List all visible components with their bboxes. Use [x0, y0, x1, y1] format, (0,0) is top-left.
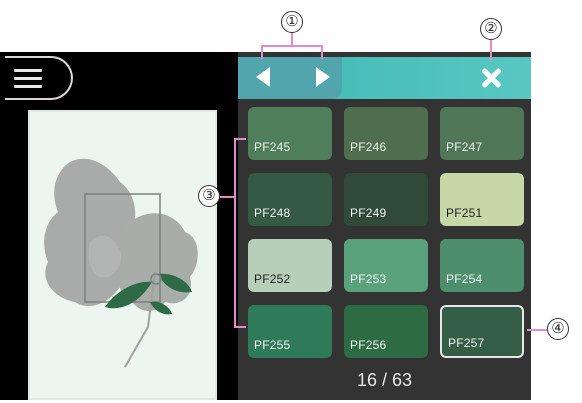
- thread-code-label: PF248: [254, 206, 291, 220]
- arrow-right-icon[interactable]: [316, 67, 330, 87]
- floral-design-image: [44, 158, 198, 368]
- callout-stem-1: [291, 31, 293, 45]
- thread-code-label: PF245: [254, 140, 291, 154]
- hamburger-menu-icon-bar: [14, 85, 42, 88]
- embroidery-preview: [28, 110, 217, 400]
- thread-swatch-pf257[interactable]: PF257: [440, 305, 524, 358]
- thread-code-label: PF247: [446, 140, 483, 154]
- hamburger-menu-icon-bar: [14, 77, 42, 80]
- thread-swatch-pf245[interactable]: PF245: [248, 107, 332, 160]
- menu-button[interactable]: [5, 56, 73, 100]
- thread-swatch-pf251[interactable]: PF251: [440, 173, 524, 226]
- thread-swatch-pf254[interactable]: PF254: [440, 239, 524, 292]
- callout-bracket-3-top: [234, 138, 246, 140]
- thread-code-label: PF251: [446, 206, 483, 220]
- callout-4: ④: [547, 318, 569, 340]
- callout-bracket-1: [261, 45, 323, 47]
- thread-swatch-pf247[interactable]: PF247: [440, 107, 524, 160]
- callout-stem-4: [527, 329, 547, 331]
- callout-stem-2: [490, 39, 492, 61]
- callout-bracket-1-right: [321, 45, 323, 59]
- callout-stem-3: [220, 196, 234, 198]
- page-nav: [238, 57, 342, 99]
- callout-3: ③: [198, 185, 220, 207]
- thread-code-label: PF246: [350, 140, 387, 154]
- callout-bracket-3: [234, 138, 236, 328]
- callout-bracket-1-left: [261, 45, 263, 59]
- thread-code-label: PF254: [446, 272, 483, 286]
- thread-code-label: PF255: [254, 338, 291, 352]
- thread-code-label: PF249: [350, 206, 387, 220]
- callout-2: ②: [480, 18, 502, 40]
- callout-bracket-3-bottom: [234, 326, 246, 328]
- thread-code-label: PF253: [350, 272, 387, 286]
- thread-swatch-pf252[interactable]: PF252: [248, 239, 332, 292]
- thread-swatch-pf248[interactable]: PF248: [248, 173, 332, 226]
- callout-1: ①: [281, 11, 303, 33]
- panel-toolbar: [238, 57, 531, 99]
- hamburger-menu-icon: [14, 69, 42, 72]
- thread-code-label: PF252: [254, 272, 291, 286]
- thread-swatch-pf249[interactable]: PF249: [344, 173, 428, 226]
- arrow-left-icon[interactable]: [256, 67, 270, 87]
- thread-swatch-pf246[interactable]: PF246: [344, 107, 428, 160]
- thread-swatch-pf256[interactable]: PF256: [344, 305, 428, 358]
- page-counter: 16 / 63: [356, 370, 413, 390]
- thread-swatch-pf253[interactable]: PF253: [344, 239, 428, 292]
- thread-swatch-pf255[interactable]: PF255: [248, 305, 332, 358]
- thread-code-label: PF256: [350, 338, 387, 352]
- thread-color-panel: PF245 PF246 PF247 PF248 PF249 PF251 PF252 PF253…: [238, 52, 531, 400]
- close-icon[interactable]: [477, 64, 505, 92]
- thread-code-label: PF257: [448, 336, 485, 350]
